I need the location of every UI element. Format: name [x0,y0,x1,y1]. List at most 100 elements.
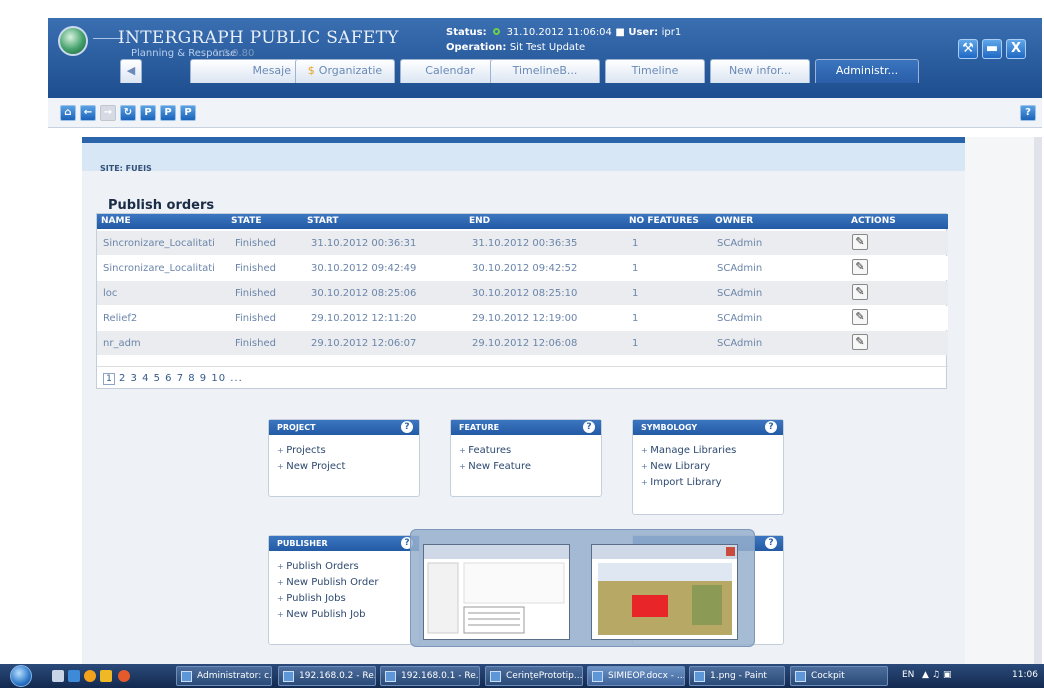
page-links[interactable]: 2 3 4 5 6 7 8 9 10 ... [119,373,243,384]
pen-tool-icon[interactable]: P [140,105,156,121]
taskbar-item[interactable]: 1.png - Paint [689,666,785,686]
cell-features: 1 [632,313,639,324]
col-owner[interactable]: OWNER [715,216,753,226]
taskbar-item[interactable]: CerințePrototip... [485,666,583,686]
tab-administr[interactable]: Administr... [815,59,919,83]
table-row[interactable]: Relief2 Finished 29.10.2012 12:11:20 29.… [97,306,948,330]
cell-start: 29.10.2012 12:06:07 [311,338,417,349]
tab-label: Organizatie [318,64,383,77]
table-row[interactable]: nr_adm Finished 29.10.2012 12:06:07 29.1… [97,331,948,355]
cell-name: loc [103,288,118,299]
cell-end: 30.10.2012 08:25:10 [472,288,578,299]
col-start[interactable]: START [307,216,339,226]
pagination: 1 2 3 4 5 6 7 8 9 10 ... [97,366,948,390]
close-button[interactable]: X [1006,39,1026,59]
window-thumbnail-document[interactable] [423,544,570,640]
edit-pencil-icon[interactable]: ✎ [852,234,868,250]
tab-timeline[interactable]: Timeline [605,59,705,83]
col-no-features[interactable]: NO FEATURES [629,216,699,226]
table-row[interactable]: Sincronizare_Localitati Finished 30.10.2… [97,256,948,280]
operation-label: Operation: [446,42,507,53]
clock[interactable]: 11:06 [1012,670,1038,680]
forward-icon[interactable]: → [100,105,116,121]
col-name[interactable]: NAME [101,216,131,226]
help-icon[interactable]: ? [1020,105,1036,121]
link-new-publish-job[interactable]: New Publish Job [277,607,419,623]
link-new-library[interactable]: New Library [641,459,783,475]
cell-features: 1 [632,288,639,299]
language-indicator[interactable]: EN [902,670,914,680]
tab-new-infor[interactable]: New infor... [710,59,810,83]
system-tray[interactable]: ▲♫▣ [922,670,955,680]
project-panel: PROJECT? Projects New Project [268,419,420,497]
browser-icon[interactable] [118,670,130,682]
help-icon[interactable]: ? [765,537,777,549]
edit-pencil-icon[interactable]: ✎ [852,259,868,275]
link-new-feature[interactable]: New Feature [459,459,601,475]
folder-icon[interactable] [100,670,112,682]
site-breadcrumb[interactable]: SITE: FUEIS [100,164,152,173]
link-features[interactable]: Features [459,443,601,459]
minimize-button[interactable]: ▬ [982,39,1002,59]
taskbar-item[interactable]: SIMIEOP.docx - ... [587,666,685,686]
show-desktop-icon[interactable] [52,670,64,682]
app-version: 1.0.0.80 [213,48,255,59]
cell-state: Finished [235,338,276,349]
link-manage-libraries[interactable]: Manage Libraries [641,443,783,459]
col-state[interactable]: STATE [231,216,261,226]
right-gutter [965,137,1042,665]
table-row[interactable]: loc Finished 30.10.2012 08:25:06 30.10.2… [97,281,948,305]
edit-pencil-icon[interactable]: ✎ [852,334,868,350]
feature-panel-header: FEATURE? [451,420,601,435]
network-icon[interactable]: ▣ [943,670,955,680]
col-actions[interactable]: ACTIONS [851,216,896,226]
cell-end: 29.10.2012 12:19:00 [472,313,578,324]
tab-organizatie[interactable]: $ Organizatie [295,59,395,83]
cell-end: 30.10.2012 09:42:52 [472,263,578,274]
app-header: INTERGRAPH PUBLIC SAFETY Planning & Resp… [48,18,1042,98]
taskbar-item-label: 192.168.0.2 - Re... [299,671,376,681]
tab-calendar[interactable]: Calendar [400,59,500,83]
link-new-project[interactable]: New Project [277,459,419,475]
link-publish-jobs[interactable]: Publish Jobs [277,591,419,607]
cell-features: 1 [632,238,639,249]
media-icon[interactable] [84,670,96,682]
edit-pencil-icon[interactable]: ✎ [852,309,868,325]
settings-wrench-icon[interactable]: ⚒ [958,39,978,59]
edit-pencil-icon[interactable]: ✎ [852,284,868,300]
tab-timelineb[interactable]: TimelineB... [490,59,600,83]
start-orb-icon[interactable] [10,665,32,687]
tray-arrow-icon[interactable]: ▲ [922,670,932,680]
volume-icon[interactable]: ♫ [932,670,943,680]
link-publish-orders[interactable]: Publish Orders [277,559,419,575]
brand-title: INTERGRAPH PUBLIC SAFETY [118,28,399,48]
cell-state: Finished [235,288,276,299]
taskbar-item[interactable]: Cockpit [790,666,888,686]
symbology-panel-header: SYMBOLOGY? [633,420,783,435]
vertical-scrollbar[interactable] [1034,137,1042,665]
pen-tool-2-icon[interactable]: P [160,105,176,121]
col-end[interactable]: END [469,216,490,226]
home-icon[interactable]: ⌂ [60,105,76,121]
tab-scroll-left-icon[interactable]: ◀ [120,59,142,83]
taskbar-item[interactable]: Administrator: c... [176,666,272,686]
back-icon[interactable]: ← [80,105,96,121]
page-current[interactable]: 1 [103,373,115,385]
pen-tool-3-icon[interactable]: P [180,105,196,121]
help-icon[interactable]: ? [583,421,595,433]
taskbar-item[interactable]: 192.168.0.2 - Re... [278,666,376,686]
explorer-icon[interactable] [68,670,80,682]
help-icon[interactable]: ? [401,421,413,433]
link-projects[interactable]: Projects [277,443,419,459]
tab-mesaje[interactable]: Mesaje [190,59,300,83]
taskbar-item[interactable]: 192.168.0.1 - Re... [380,666,480,686]
status-datetime: 31.10.2012 11:06:04 [506,27,612,38]
remote-desktop-icon [283,671,294,682]
table-row[interactable]: Sincronizare_Localitati Finished 31.10.2… [97,231,948,255]
publish-orders-table: NAME STATE START END NO FEATURES OWNER A… [96,213,948,390]
help-icon[interactable]: ? [765,421,777,433]
link-import-library[interactable]: Import Library [641,475,783,491]
link-new-publish-order[interactable]: New Publish Order [277,575,419,591]
refresh-icon[interactable]: ↻ [120,105,136,121]
window-thumbnail-paint[interactable] [591,544,738,640]
